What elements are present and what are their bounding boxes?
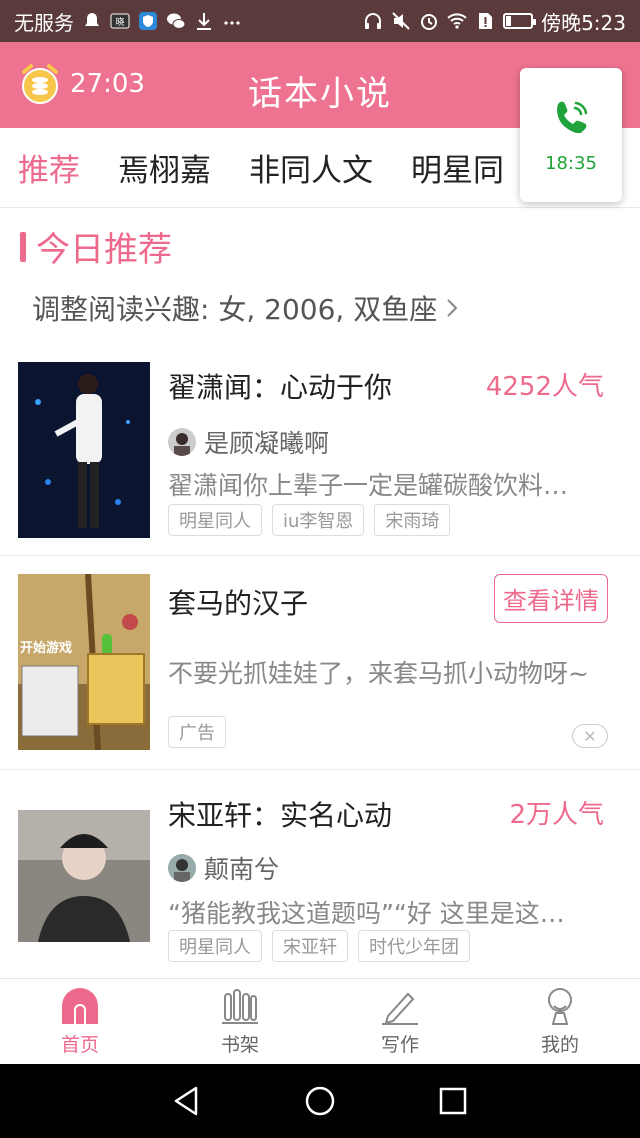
nav-write-label: 写作 [380, 1034, 419, 1056]
tag[interactable]: iu李智恩 [272, 504, 365, 536]
home-icon [62, 988, 98, 1024]
book-title: 宋亚轩：实名心动 [168, 799, 393, 832]
section-title-text: 今日推荐 [36, 230, 172, 270]
tab-celebrity[interactable]: 明星同 [411, 145, 504, 190]
nav-home[interactable]: 首页 [0, 979, 160, 1064]
battery-icon [503, 13, 537, 29]
author-name: 颠南兮 [204, 855, 280, 884]
ad-title: 套马的汉子 [168, 587, 309, 620]
author-row: 是顾凝曦啊 [168, 424, 329, 460]
book-description: “猪能教我这道题吗”“好 这里是这… [168, 899, 565, 928]
nav-bookshelf-label: 书架 [220, 1034, 259, 1056]
ad-label: 广告 [168, 716, 226, 748]
alarm-icon [419, 11, 439, 31]
interest-text: 调整阅读兴趣: 女, 2006, 双鱼座 [32, 293, 438, 326]
ad-item[interactable]: 开始游戏 套马的汉子 查看详情 不要光抓娃娃了，来套马抓小动物呀~ 广告 ✕ [0, 556, 640, 770]
pen-icon [382, 992, 418, 1025]
recents-icon[interactable] [436, 1084, 470, 1118]
mute-icon [391, 11, 411, 31]
wechat-notification-icon [166, 11, 186, 31]
clock-time: 傍晚5:23 [541, 10, 626, 35]
nav-profile[interactable]: 我的 [480, 979, 640, 1064]
author-avatar [168, 428, 196, 456]
book-title: 翟潇闻：心动于你 [168, 371, 393, 404]
headphones-icon [363, 11, 383, 31]
section-title: 今日推荐 [20, 222, 172, 271]
book-cover [18, 810, 150, 942]
call-duration: 18:35 [545, 152, 597, 174]
bottom-navigation: 首页 书架 写作 我的 [0, 978, 640, 1064]
system-navigation-bar [0, 1064, 640, 1138]
author-name: 是顾凝曦啊 [204, 429, 330, 458]
view-details-button[interactable]: 查看详情 [494, 574, 608, 623]
app-notification-icon: 晓 [110, 11, 130, 31]
ad-cover: 开始游戏 [18, 574, 150, 750]
tag[interactable]: 明星同人 [168, 930, 262, 962]
close-ad-icon[interactable]: ✕ [572, 724, 608, 748]
more-notifications-icon [222, 11, 242, 31]
tag[interactable]: 时代少年团 [358, 930, 470, 962]
sim-alert-icon [475, 11, 495, 31]
status-bar: 无服务 晓 傍晚5:23 [0, 0, 640, 42]
popularity-count: 4252人气 [485, 372, 604, 402]
home-circle-icon[interactable] [303, 1084, 337, 1118]
chevron-right-icon [447, 299, 458, 317]
nav-bookshelf[interactable]: 书架 [160, 979, 320, 1064]
book-cover [18, 362, 150, 538]
nav-home-label: 首页 [60, 1034, 99, 1056]
tag[interactable]: 明星同人 [168, 504, 262, 536]
tag[interactable]: 宋亚轩 [272, 930, 348, 962]
wifi-icon [447, 11, 467, 31]
tag-list: 明星同人 iu李智恩 宋雨琦 [168, 504, 451, 536]
ad-tags: 广告 [168, 716, 226, 748]
svg-text:晓: 晓 [115, 16, 124, 28]
svg-text:开始游戏: 开始游戏 [20, 640, 72, 656]
book-description: 翟潇闻你上辈子一定是罐碳酸饮料… [168, 471, 569, 500]
profile-icon [548, 988, 572, 1025]
bookshelf-icon [222, 989, 258, 1024]
author-avatar [168, 854, 196, 882]
tab-recommend[interactable]: 推荐 [18, 145, 80, 190]
download-icon [194, 11, 214, 31]
nav-profile-label: 我的 [540, 1034, 579, 1056]
shield-notification-icon [138, 11, 158, 31]
nav-write[interactable]: 写作 [320, 979, 480, 1064]
back-icon[interactable] [170, 1084, 204, 1118]
bell-notification-icon [82, 11, 102, 31]
tab-yan-xujia[interactable]: 焉栩嘉 [118, 145, 211, 190]
ad-description: 不要光抓娃娃了，来套马抓小动物呀~ [168, 659, 589, 688]
section-accent-bar [20, 231, 26, 262]
popularity-count: 2万人气 [509, 800, 604, 830]
phone-call-icon [557, 101, 588, 133]
list-item[interactable]: 翟潇闻：心动于你 4252人气 是顾凝曦啊 翟潇闻你上辈子一定是罐碳酸饮料… 明… [0, 340, 640, 556]
tag[interactable]: 宋雨琦 [374, 504, 451, 536]
tag-list: 明星同人 宋亚轩 时代少年团 [168, 930, 470, 962]
carrier-label: 无服务 [14, 10, 74, 35]
reading-interest-link[interactable]: 调整阅读兴趣: 女, 2006, 双鱼座 [32, 288, 459, 328]
author-row: 颠南兮 [168, 850, 279, 886]
tab-non-fanfic[interactable]: 非同人文 [249, 145, 373, 190]
floating-call-bubble[interactable]: 18:35 [520, 68, 622, 202]
list-item[interactable]: 宋亚轩：实名心动 2万人气 颠南兮 “猪能教我这道题吗”“好 这里是这… 明星同… [0, 770, 640, 978]
